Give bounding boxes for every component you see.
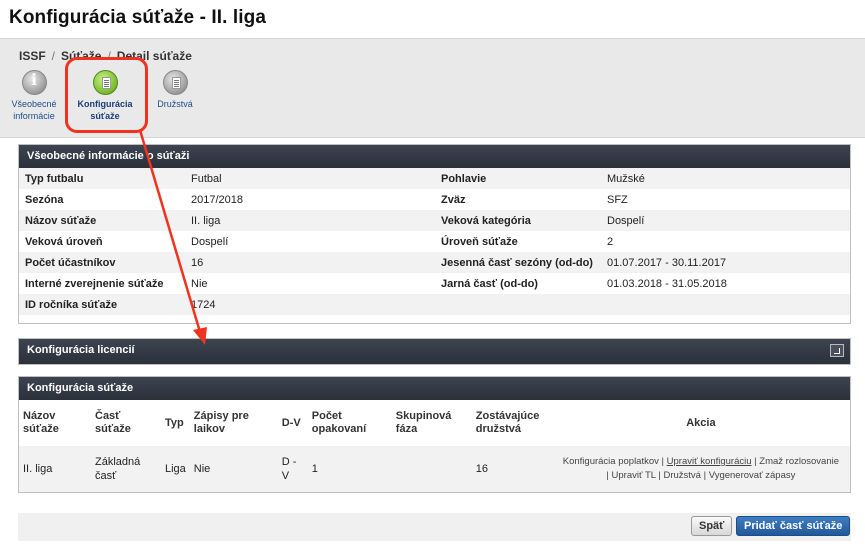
tab-general-info-line2: informácie: [13, 111, 55, 121]
breadcrumb-issf[interactable]: ISSF: [19, 49, 46, 63]
col-part: Časť súťaže: [91, 400, 161, 446]
fees-config-link[interactable]: Konfigurácia poplatkov: [563, 456, 659, 467]
license-config-panel: Konfigurácia licencií: [18, 338, 851, 365]
table-row: Sezóna 2017/2018 Zväz SFZ: [25, 193, 628, 206]
tab-general-info-line1: Všeobecné: [11, 99, 57, 109]
cell-repeats: 1: [307, 446, 392, 492]
cell-name: II. liga: [19, 446, 91, 492]
license-config-title: Konfigurácia licencií: [27, 344, 135, 356]
col-dv: D-V: [277, 400, 308, 446]
delete-draw-link[interactable]: Zmaž rozlosovanie: [759, 456, 839, 467]
generate-matches-link[interactable]: Vygenerovať zápasy: [709, 470, 796, 481]
cell-group: [391, 446, 472, 492]
tab-general-info[interactable]: i Všeobecné informácie: [6, 70, 62, 122]
teams-document-icon: [162, 70, 188, 95]
main-content: Všeobecné informácie o súťaži Typ futbal…: [0, 137, 865, 546]
cell-remaining: 16: [471, 446, 552, 492]
table-row: II. liga Základná časť Liga Nie D - V 1 …: [19, 446, 850, 492]
col-repeats: Počet opakovaní: [307, 400, 392, 446]
table-row: Interné zverejnenie súťaže Nie Jarná časť …: [25, 277, 727, 290]
col-records: Zápisy pre laikov: [189, 400, 278, 446]
table-row: Názov súťaže II. liga Veková kategória Dosp…: [19, 210, 850, 231]
tab-teams-label: Družstvá: [157, 99, 193, 109]
edit-config-link[interactable]: Upraviť konfiguráciu: [667, 456, 752, 467]
competition-config-table: Názov súťaže Časť súťaže Typ Zápisy pre …: [19, 400, 850, 492]
teams-link[interactable]: Družstvá: [663, 470, 700, 481]
table-row: Veková úroveň Dospelí Úroveň súťaže 2: [25, 235, 614, 248]
license-config-header[interactable]: Konfigurácia licencií: [19, 339, 850, 364]
col-remaining: Zostávajúce družstvá: [471, 400, 552, 446]
action-links: Konfigurácia poplatkov | Upraviť konfigu…: [551, 446, 850, 492]
col-group: Skupinová fáza: [391, 400, 472, 446]
cell-records: Nie: [189, 446, 278, 492]
expand-icon[interactable]: [830, 344, 844, 357]
highlight-annotation: [65, 57, 148, 133]
title-bar: Konfigurácia súťaže - II. liga: [0, 0, 865, 39]
competition-config-header: Konfigurácia súťaže: [19, 377, 850, 400]
info-icon: i: [21, 70, 47, 95]
general-info-table: Typ futbalu Futbal Pohlavie Mužské Sezóna 20…: [19, 168, 850, 315]
general-info-panel: Všeobecné informácie o súťaži Typ futbal…: [18, 144, 851, 324]
table-row: Typ futbalu Futbal Pohlavie Mužské: [19, 168, 850, 189]
table-row: Počet účastníkov 16 Jesenná časť sezóny (o…: [19, 252, 850, 273]
cell-part: Základná časť: [91, 446, 161, 492]
tab-teams[interactable]: Družstvá: [153, 70, 197, 110]
col-name: Názov súťaže: [19, 400, 91, 446]
edit-tl-link[interactable]: Upraviť TL: [612, 470, 656, 481]
col-action: Akcia: [551, 400, 850, 446]
cell-type: Liga: [161, 446, 190, 492]
bottom-action-bar: Späť Pridať časť súťaže: [18, 513, 851, 541]
add-part-button[interactable]: Pridať časť súťaže: [736, 516, 851, 536]
col-type: Typ: [161, 400, 190, 446]
page-title: Konfigurácia súťaže - II. liga: [9, 7, 267, 28]
competition-config-panel: Konfigurácia súťaže Názov súťaže Časť sú…: [18, 376, 851, 493]
cell-dv: D - V: [277, 446, 308, 492]
back-button[interactable]: Späť: [691, 516, 733, 536]
table-row: ID ročníka súťaže 1724: [19, 294, 850, 315]
general-info-header: Všeobecné informácie o súťaži: [19, 145, 850, 168]
table-header-row: Názov súťaže Časť súťaže Typ Zápisy pre …: [19, 400, 850, 446]
